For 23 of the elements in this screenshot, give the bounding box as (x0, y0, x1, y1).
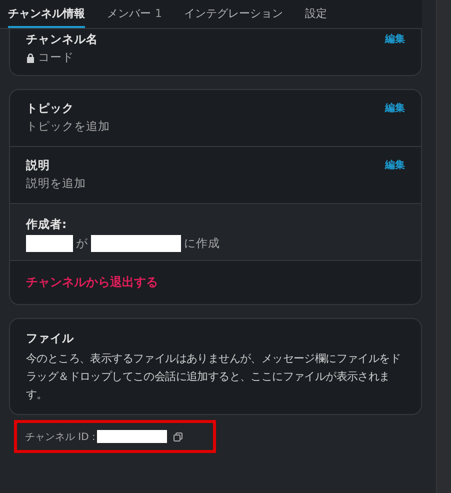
section-title: ファイル (26, 331, 75, 346)
files-empty-text: 今のところ、表示するファイルはありませんが、メッセージ欄にファイルをドラッグ＆ドロップしてこの会話に追加すると、ここにファイルが表示されます。 (26, 351, 402, 403)
redacted-block (97, 430, 168, 443)
section-title: チャンネル名 (26, 32, 98, 47)
edit-link[interactable]: 編集 (385, 32, 405, 46)
channel-id-label: チャンネル ID : (25, 430, 96, 444)
leave-channel-link[interactable]: チャンネルから退出する (26, 274, 158, 291)
copy-icon[interactable] (173, 432, 184, 442)
placeholder-text: 説明を追加 (26, 176, 86, 191)
section-title: 説明 (26, 158, 51, 173)
edit-link[interactable]: 編集 (385, 101, 405, 115)
section-title: トピック (26, 101, 75, 116)
tab[interactable]: 設定 (305, 0, 327, 28)
tab[interactable]: インテグレーション (184, 0, 283, 28)
placeholder-text: トピックを追加 (26, 119, 110, 134)
section-title: 作成者: (26, 217, 68, 232)
lock-icon (26, 52, 35, 62)
channel-name: コード (38, 50, 74, 65)
redacted-block (26, 235, 73, 252)
edit-link[interactable]: 編集 (385, 158, 405, 172)
creator-text: に作成 (184, 236, 220, 251)
creator-text: が (76, 236, 88, 251)
tab[interactable]: メンバー 1 (107, 0, 162, 28)
